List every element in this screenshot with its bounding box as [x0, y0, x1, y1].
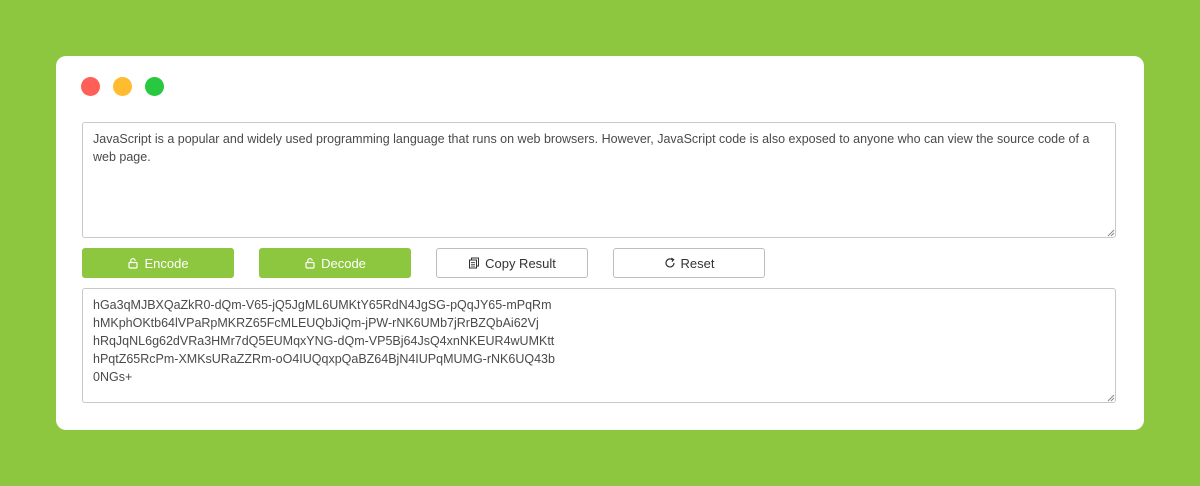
copy-icon	[468, 257, 480, 269]
output-textarea[interactable]: hGa3qMJBXQaZkR0-dQm-V65-jQ5JgML6UMKtY65R…	[82, 288, 1116, 403]
decode-button[interactable]: Decode	[259, 248, 411, 278]
reset-button[interactable]: Reset	[613, 248, 765, 278]
maximize-window-dot[interactable]	[145, 77, 164, 96]
lock-icon	[304, 257, 316, 269]
encode-label: Encode	[144, 255, 189, 271]
encode-button[interactable]: Encode	[82, 248, 234, 278]
lock-icon	[127, 257, 139, 269]
minimize-window-dot[interactable]	[113, 77, 132, 96]
reset-label: Reset	[680, 255, 715, 271]
refresh-icon	[664, 257, 676, 269]
close-window-dot[interactable]	[81, 77, 100, 96]
copy-result-label: Copy Result	[485, 255, 556, 271]
decode-label: Decode	[321, 255, 366, 271]
input-textarea[interactable]: JavaScript is a popular and widely used …	[82, 122, 1116, 238]
action-toolbar: Encode Decode Copy Result Reset	[82, 248, 765, 278]
copy-result-button[interactable]: Copy Result	[436, 248, 588, 278]
window-controls	[81, 77, 164, 96]
app-window: JavaScript is a popular and widely used …	[56, 56, 1144, 430]
